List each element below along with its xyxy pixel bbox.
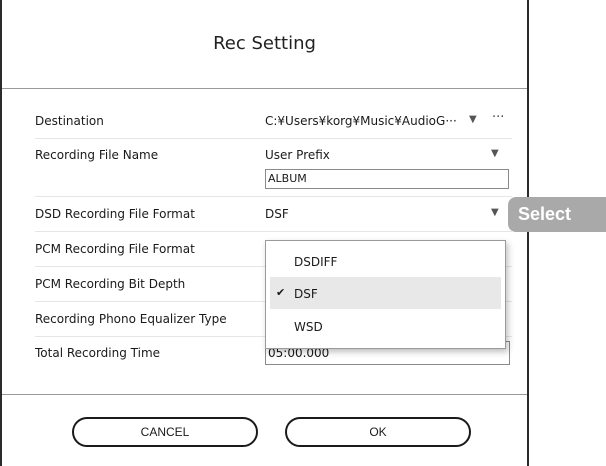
dropdown-option-label: WSD (294, 320, 323, 334)
browse-folder-button[interactable]: ··· (492, 110, 504, 125)
dropdown-option-dsf[interactable]: ✔ DSF (270, 277, 501, 309)
pcm-format-label: PCM Recording File Format (35, 242, 195, 256)
dsd-format-dropdown-menu: DSDIFF ✔ DSF WSD (265, 240, 506, 349)
destination-select[interactable]: C:¥Users¥korg¥Music¥AudioG··· (265, 114, 457, 128)
dropdown-option-label: DSDIFF (294, 255, 338, 269)
pcm-bit-depth-label: PCM Recording Bit Depth (35, 277, 186, 291)
total-time-label: Total Recording Time (35, 346, 161, 360)
footer-divider (2, 394, 527, 395)
ok-button[interactable]: OK (285, 417, 471, 447)
destination-label: Destination (35, 114, 104, 128)
destination-dropdown-arrow-icon[interactable]: ▼ (469, 114, 477, 125)
dropdown-option-dsdiff[interactable]: DSDIFF (266, 245, 505, 277)
dialog-header: Rec Setting (2, 0, 527, 89)
dialog-title: Rec Setting (213, 33, 316, 54)
prefix-input[interactable]: ALBUM (265, 169, 509, 189)
cancel-button[interactable]: CANCEL (72, 417, 258, 447)
destination-row: Destination C:¥Users¥korg¥Music¥AudioG··… (35, 104, 512, 139)
dsd-format-select[interactable]: DSF (265, 207, 289, 221)
file-name-select[interactable]: User Prefix (265, 148, 330, 162)
dropdown-option-wsd[interactable]: WSD (266, 310, 505, 342)
file-name-row: Recording File Name User Prefix ▼ ALBUM (35, 138, 512, 197)
dsd-format-dropdown-arrow-icon[interactable]: ▼ (491, 207, 499, 218)
file-name-label: Recording File Name (35, 148, 159, 162)
select-callout: Select (508, 197, 606, 232)
checkmark-icon: ✔ (276, 286, 286, 299)
phono-eq-label: Recording Phono Equalizer Type (35, 312, 227, 326)
dsd-format-label: DSD Recording File Format (35, 207, 195, 221)
dsd-format-row: DSD Recording File Format DSF ▼ (35, 197, 512, 232)
file-name-dropdown-arrow-icon[interactable]: ▼ (491, 148, 499, 159)
dropdown-option-label: DSF (294, 287, 318, 301)
rec-setting-dialog: Rec Setting Destination C:¥Users¥korg¥Mu… (0, 0, 529, 466)
